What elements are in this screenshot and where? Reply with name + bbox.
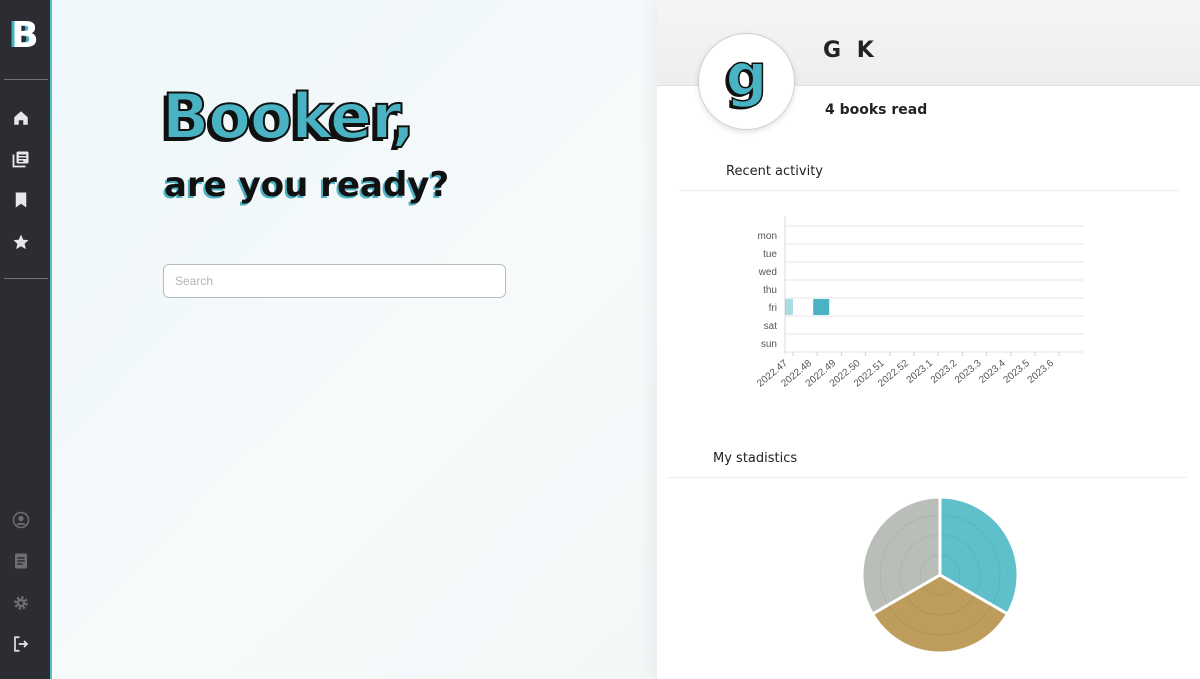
statistics-pie-chart: [855, 490, 1025, 660]
app-logo[interactable]: B: [9, 14, 41, 58]
x-tick-label: 2023.3: [953, 358, 984, 386]
y-tick-label: mon: [758, 231, 777, 242]
hero-title: Booker,: [161, 79, 416, 154]
x-tick-label: 2023.4: [977, 358, 1008, 386]
sidebar-divider: [4, 79, 48, 80]
logout-icon[interactable]: [11, 634, 31, 654]
notes-icon[interactable]: [11, 551, 31, 571]
hero-subtitle: are you ready?: [164, 165, 450, 205]
section-divider: [679, 190, 1179, 191]
y-tick-label: thu: [763, 285, 777, 296]
x-tick-label: 2023.5: [1001, 358, 1032, 386]
user-icon[interactable]: [11, 510, 31, 530]
section-divider: [667, 477, 1187, 478]
recent-activity-chart: mon tue wed thu fri sat sun 2022.47 2022.48 2022.…: [740, 210, 1100, 415]
search-input[interactable]: [163, 264, 506, 298]
y-tick-label: tue: [763, 249, 777, 260]
library-icon[interactable]: [11, 149, 31, 169]
home-icon[interactable]: [11, 108, 31, 128]
heatmap-cell[interactable]: [813, 299, 830, 315]
y-tick-label: sat: [764, 321, 778, 332]
y-tick-label: fri: [769, 303, 777, 314]
activity-heatmap: montuewedthufrisatsun2022.472022.482022.…: [755, 216, 1084, 390]
x-tick-label: 2023.6: [1026, 358, 1057, 386]
bookmark-icon[interactable]: [11, 190, 31, 210]
avatar[interactable]: g: [698, 33, 795, 130]
y-tick-label: sun: [761, 339, 777, 350]
books-read-count: 4 books read: [825, 102, 928, 118]
star-icon[interactable]: [11, 232, 31, 252]
sidebar-divider: [4, 278, 48, 279]
my-statistics-title: My stadistics: [713, 451, 798, 466]
sidebar: B: [0, 0, 52, 679]
x-tick-label: 2023.1: [905, 358, 936, 386]
avatar-letter: g: [725, 40, 768, 109]
y-tick-label: wed: [758, 267, 777, 278]
recent-activity-title: Recent activity: [726, 164, 823, 179]
gear-icon[interactable]: [11, 593, 31, 613]
x-tick-label: 2023.2: [929, 358, 960, 386]
statistics-pie: [860, 495, 1020, 655]
main-content: Booker, are you ready?: [52, 0, 657, 679]
heatmap-cell[interactable]: [785, 299, 793, 315]
user-name: G K: [823, 38, 878, 63]
